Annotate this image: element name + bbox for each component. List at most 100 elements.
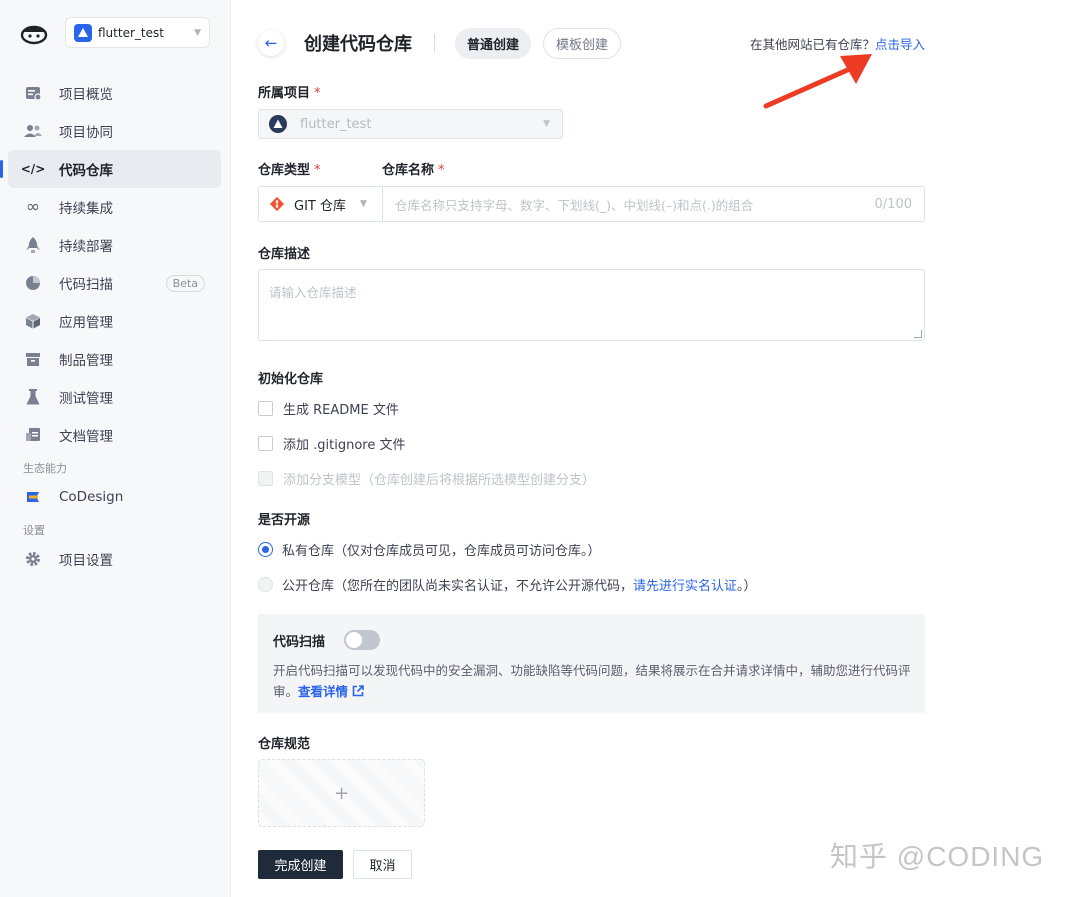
project-avatar-icon: [269, 115, 287, 133]
dashboard-icon: [24, 84, 42, 102]
cube-icon: [24, 312, 42, 330]
sidebar-item-collab[interactable]: 项目协同: [8, 112, 221, 150]
spec-upload-area[interactable]: +: [258, 759, 425, 827]
annotation-arrow-icon: [763, 54, 872, 109]
sidebar-item-code-scan[interactable]: 代码扫描 Beta: [8, 264, 221, 302]
sidebar-item-codesign[interactable]: CoDesign: [8, 478, 221, 516]
tab-normal-create[interactable]: 普通创建: [455, 27, 532, 59]
private-radio[interactable]: [258, 542, 273, 557]
arrow-left-icon: ←: [264, 34, 278, 52]
gitignore-checkbox[interactable]: [258, 436, 273, 451]
beta-badge: Beta: [165, 274, 205, 292]
readme-checkbox-row[interactable]: 生成 README 文件: [258, 399, 399, 418]
watermark: 知乎 @CODING: [830, 841, 1045, 872]
branch-model-checkbox: [258, 471, 273, 486]
sidebar-item-label: 代码仓库: [59, 163, 113, 179]
code-scan-label: 代码扫描: [273, 634, 326, 650]
flask-icon: [24, 388, 42, 406]
sidebar-item-label: 应用管理: [59, 315, 113, 331]
sidebar-item-label: 制品管理: [59, 353, 113, 369]
sidebar-item-app-mgmt[interactable]: 应用管理: [8, 302, 221, 340]
external-link-icon: [353, 685, 365, 697]
description-textarea[interactable]: 请输入仓库描述: [258, 269, 925, 341]
sidebar-item-overview[interactable]: 项目概览: [8, 74, 221, 112]
tab-template-create[interactable]: 模板创建: [543, 27, 622, 59]
sidebar-item-code-repo[interactable]: </> 代码仓库: [0, 150, 221, 188]
sidebar-item-docs[interactable]: 文档管理: [8, 416, 221, 454]
coding-logo-icon[interactable]: [20, 21, 48, 45]
branch-model-checkbox-row: 添加分支模型（仓库创建后将根据所选模型创建分支）: [258, 469, 595, 488]
document-icon: [24, 426, 42, 444]
readme-checkbox[interactable]: [258, 401, 273, 416]
description-placeholder: 请输入仓库描述: [269, 285, 357, 300]
sidebar-item-settings[interactable]: 项目设置: [8, 540, 221, 578]
sidebar-nav: 项目概览 项目协同 </> 代码仓库 ∞ 持续集成 持续部署 代码扫描 Beta…: [0, 74, 221, 578]
codesign-icon: [24, 488, 42, 506]
project-select-value: flutter_test: [300, 116, 372, 132]
public-radio-row: 公开仓库（您所在的团队尚未实名认证，不允许公开源代码， 请先进行实名认证。）: [258, 575, 757, 594]
project-switcher[interactable]: flutter_test ▼: [65, 17, 210, 48]
sidebar-item-label: 测试管理: [59, 391, 113, 407]
users-icon: [24, 122, 42, 140]
spec-label: 仓库规范: [258, 737, 311, 752]
repo-type-value: GIT 仓库: [294, 198, 346, 214]
code-scan-desc-text: 开启代码扫描可以发现代码中的安全漏洞、功能缺陷等代码问题，结果将展示在合并请求详…: [273, 663, 911, 699]
pie-chart-icon: [24, 274, 42, 292]
sidebar-item-label: 代码扫描: [59, 277, 113, 293]
code-icon: </>: [20, 162, 46, 176]
view-details-link[interactable]: 查看详情: [298, 684, 365, 699]
repo-type-label-text: 仓库类型: [258, 163, 311, 178]
project-avatar-icon: [74, 23, 92, 42]
public-suffix: 。）: [737, 579, 757, 594]
cancel-button[interactable]: 取消: [353, 850, 412, 879]
header-divider: [434, 34, 435, 52]
sidebar-item-label: CoDesign: [59, 489, 124, 505]
resize-handle-icon[interactable]: [914, 330, 922, 338]
git-icon: [269, 196, 285, 212]
required-mark: *: [314, 163, 321, 178]
sidebar-item-artifacts[interactable]: 制品管理: [8, 340, 221, 378]
chevron-down-icon: ▼: [359, 199, 367, 209]
import-link[interactable]: 点击导入: [875, 37, 925, 52]
project-select[interactable]: flutter_test ▼: [258, 109, 563, 139]
private-radio-row[interactable]: 私有仓库（仅对仓库成员可见，仓库成员可访问仓库。）: [258, 540, 601, 559]
project-label-text: 所属项目: [258, 86, 311, 101]
gear-icon: [24, 550, 42, 568]
verify-link[interactable]: 请先进行实名认证: [633, 575, 737, 594]
gitignore-checkbox-row[interactable]: 添加 .gitignore 文件: [258, 434, 405, 453]
view-details-text: 查看详情: [298, 684, 349, 699]
sidebar-item-label: 项目设置: [59, 553, 113, 569]
repo-name-label-text: 仓库名称: [382, 163, 435, 178]
infinity-icon: ∞: [25, 197, 41, 217]
chevron-down-icon: ▼: [194, 27, 201, 38]
archive-icon: [24, 350, 42, 368]
sidebar-item-cd[interactable]: 持续部署: [8, 226, 221, 264]
repo-type-select[interactable]: GIT 仓库 ▼: [259, 187, 383, 221]
repo-name-counter: 0/100: [874, 196, 912, 212]
public-radio: [258, 577, 273, 592]
branch-model-label: 添加分支模型（仓库创建后将根据所选模型创建分支）: [283, 473, 596, 488]
readme-label: 生成 README 文件: [283, 403, 399, 418]
desc-label: 仓库描述: [258, 247, 311, 262]
sidebar-item-label: 项目概览: [59, 87, 113, 103]
plus-icon: +: [333, 782, 350, 804]
code-scan-toggle[interactable]: [344, 630, 381, 650]
sidebar-item-testing[interactable]: 测试管理: [8, 378, 221, 416]
code-scan-panel: 代码扫描 开启代码扫描可以发现代码中的安全漏洞、功能缺陷等代码问题，结果将展示在…: [258, 614, 925, 713]
back-button[interactable]: ←: [258, 30, 284, 56]
init-label: 初始化仓库: [258, 372, 324, 387]
rocket-icon: [24, 236, 42, 254]
required-mark: *: [438, 163, 445, 178]
repo-name-label: 仓库名称 *: [382, 159, 445, 178]
repo-name-input[interactable]: 仓库名称只支持字母、数字、下划线(_)、中划线(–)和点(.)的组合: [383, 195, 875, 214]
gitignore-label: 添加 .gitignore 文件: [283, 438, 406, 453]
sidebar-item-label: 文档管理: [59, 429, 113, 445]
submit-button[interactable]: 完成创建: [258, 850, 343, 879]
sidebar-item-label: 持续集成: [59, 201, 113, 217]
sidebar: flutter_test ▼ 项目概览 项目协同 </> 代码仓库 ∞ 持续集成…: [0, 0, 231, 897]
page-title: 创建代码仓库: [304, 34, 412, 55]
repo-type-label: 仓库类型 *: [258, 159, 321, 178]
sidebar-item-ci[interactable]: ∞ 持续集成: [8, 188, 221, 226]
sidebar-item-label: 项目协同: [59, 125, 113, 141]
project-label: 所属项目 *: [258, 82, 321, 101]
